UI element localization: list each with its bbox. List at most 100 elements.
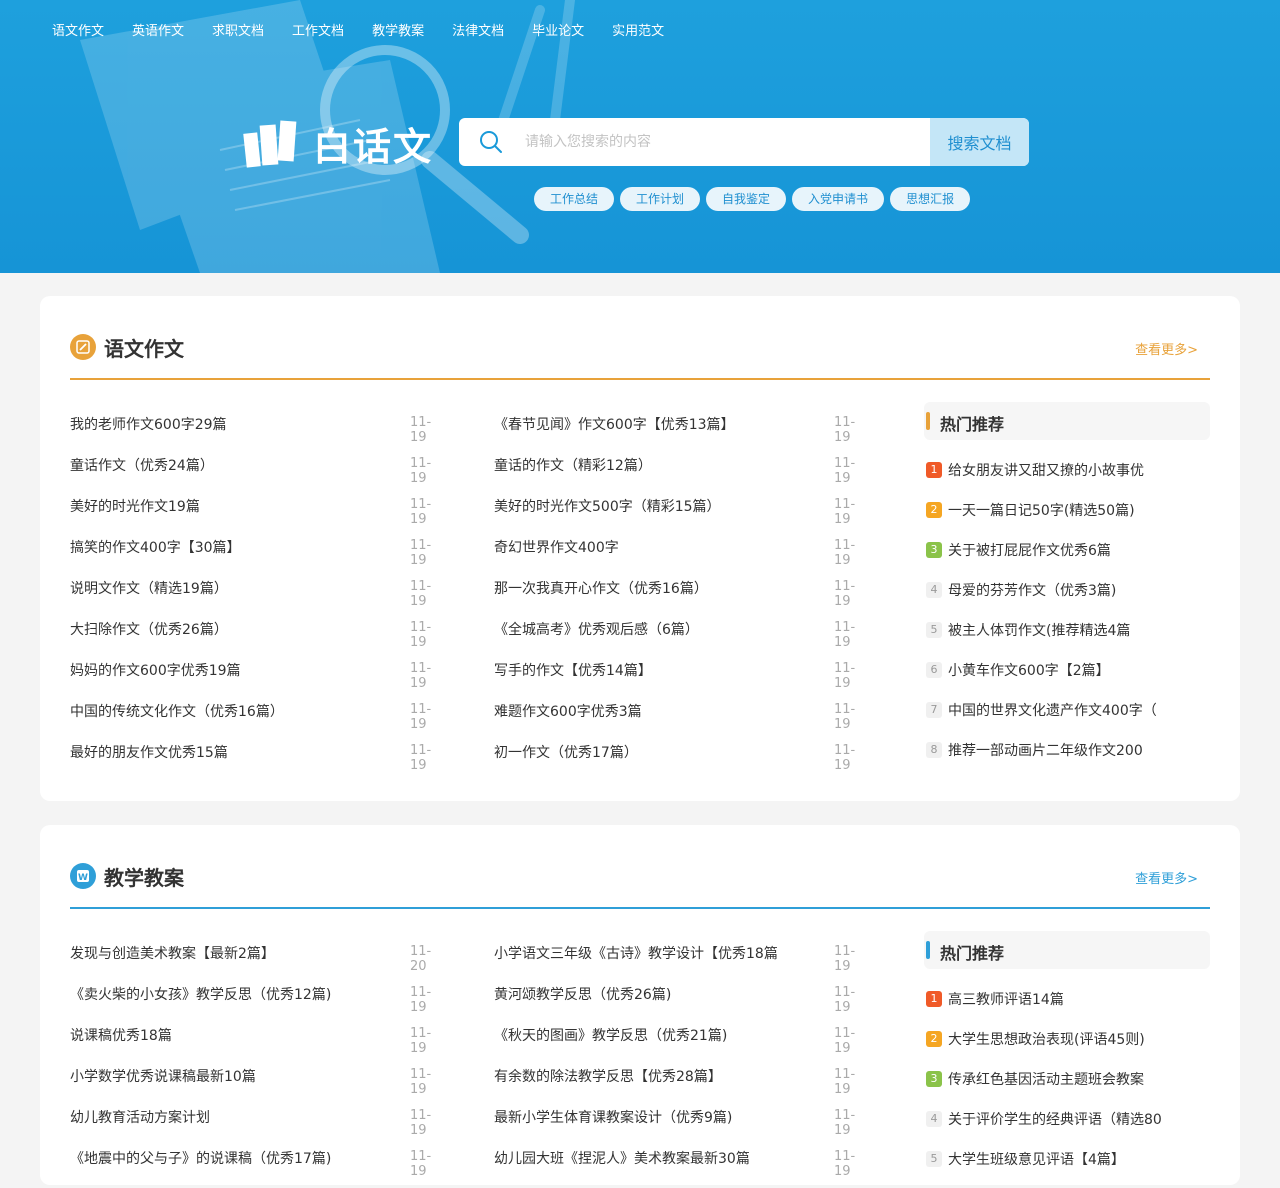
hot-item[interactable]: 5 大学生班级意见评语【4篇】 [924, 1148, 1210, 1188]
article-title[interactable]: 大扫除作文（优秀26篇） [70, 619, 228, 639]
article-title[interactable]: 妈妈的作文600字优秀19篇 [70, 660, 241, 680]
search-input[interactable] [523, 118, 930, 166]
article-title[interactable]: 《卖火柴的小女孩》教学反思（优秀12篇) [70, 984, 331, 1004]
article-title[interactable]: 写手的作文【优秀14篇】 [494, 660, 652, 680]
hot-item-title[interactable]: 被主人体罚作文(推荐精选4篇 [948, 620, 1130, 640]
article-title[interactable]: 中国的传统文化作文（优秀16篇） [70, 701, 284, 721]
article-title[interactable]: 搞笑的作文400字【30篇】 [70, 537, 241, 557]
hot-item[interactable]: 4 母爱的芬芳作文（优秀3篇) [924, 579, 1210, 619]
hot-item[interactable]: 3 关于被打屁屁作文优秀6篇 [924, 539, 1210, 579]
article-date: 11-20 [410, 944, 432, 974]
nav-item[interactable]: 教学教案 [372, 20, 424, 39]
article-title[interactable]: 童话的作文（精彩12篇） [494, 455, 652, 475]
article-title[interactable]: 说课稿优秀18篇 [70, 1025, 172, 1045]
hot-item-title[interactable]: 推荐一部动画片二年级作文200 [948, 740, 1143, 760]
article-title[interactable]: 童话作文（优秀24篇） [70, 455, 214, 475]
hot-tag[interactable]: 自我鉴定 [706, 187, 787, 211]
hot-item-title[interactable]: 大学生班级意见评语【4篇】 [948, 1149, 1125, 1169]
article-title[interactable]: 那一次我真开心作文（优秀16篇） [494, 578, 708, 598]
rank-badge: 1 [926, 462, 942, 478]
hot-item-title[interactable]: 大学生思想政治表现(评语45则) [948, 1029, 1145, 1049]
hot-tag[interactable]: 工作总结 [534, 187, 615, 211]
site-logo[interactable]: 白话文 [243, 116, 433, 171]
article-date: 11-19 [410, 1067, 432, 1097]
article-date: 11-19 [834, 415, 856, 445]
article-title[interactable]: 最新小学生体育课教案设计（优秀9篇) [494, 1107, 732, 1127]
hero-banner: 语文作文 英语作文 求职文档 工作文档 教学教案 法律文档 毕业论文 实用范文 … [0, 0, 1280, 273]
article-date: 11-19 [834, 579, 856, 609]
hot-item-title[interactable]: 一天一篇日记50字(精选50篇) [948, 500, 1135, 520]
article-title[interactable]: 《全城高考》优秀观后感（6篇） [494, 619, 699, 639]
nav-item[interactable]: 毕业论文 [532, 20, 584, 39]
view-more-link[interactable]: 查看更多> [1135, 868, 1198, 887]
article-title[interactable]: 难题作文600字优秀3篇 [494, 701, 642, 721]
hot-item[interactable]: 2 一天一篇日记50字(精选50篇) [924, 499, 1210, 539]
article-date: 11-19 [834, 743, 856, 773]
article-title[interactable]: 《地震中的父与子》的说课稿（优秀17篇) [70, 1148, 331, 1168]
article-title[interactable]: 《春节见闻》作文600字【优秀13篇】 [494, 414, 735, 434]
article-date: 11-19 [410, 538, 432, 568]
article-title[interactable]: 有余数的除法教学反思【优秀28篇】 [494, 1066, 722, 1086]
nav-item[interactable]: 实用范文 [612, 20, 664, 39]
hot-item[interactable]: 7 中国的世界文化遗产作文400字（ [924, 699, 1210, 739]
rank-badge: 4 [926, 582, 942, 598]
search-icon [459, 118, 523, 166]
hot-item[interactable]: 6 小黄车作文600字【2篇】 [924, 659, 1210, 699]
search-button[interactable]: 搜索文档 [930, 118, 1029, 166]
article-date: 11-19 [410, 415, 432, 445]
article-title[interactable]: 《秋天的图画》教学反思（优秀21篇) [494, 1025, 727, 1045]
article-title[interactable]: 美好的时光作文19篇 [70, 496, 200, 516]
article-date: 11-19 [410, 1149, 432, 1179]
hot-item[interactable]: 1 高三教师评语14篇 [924, 988, 1210, 1028]
hot-item-title[interactable]: 关于被打屁屁作文优秀6篇 [948, 540, 1111, 560]
article-date: 11-19 [410, 702, 432, 732]
hot-item[interactable]: 1 给女朋友讲又甜又撩的小故事优 [924, 459, 1210, 499]
nav-item[interactable]: 英语作文 [132, 20, 184, 39]
article-date: 11-19 [410, 497, 432, 527]
nav-item[interactable]: 求职文档 [212, 20, 264, 39]
hot-tag[interactable]: 思想汇报 [890, 187, 971, 211]
hot-tag[interactable]: 入党申请书 [792, 187, 885, 211]
rank-badge: 8 [926, 742, 942, 758]
article-title[interactable]: 小学语文三年级《古诗》教学设计【优秀18篇 [494, 943, 778, 963]
article-title[interactable]: 幼儿教育活动方案计划 [70, 1107, 210, 1127]
section-header: W 教学教案 查看更多> [70, 861, 1210, 909]
article-title[interactable]: 奇幻世界作文400字 [494, 537, 619, 557]
nav-item[interactable]: 工作文档 [292, 20, 344, 39]
hot-item[interactable]: 4 关于评价学生的经典评语（精选80 [924, 1108, 1210, 1148]
article-date: 11-19 [410, 579, 432, 609]
nav-item[interactable]: 法律文档 [452, 20, 504, 39]
hot-item[interactable]: 2 大学生思想政治表现(评语45则) [924, 1028, 1210, 1068]
hot-recommend-title: 热门推荐 [940, 415, 1005, 434]
article-title[interactable]: 说明文作文（精选19篇） [70, 578, 228, 598]
hot-item-title[interactable]: 关于评价学生的经典评语（精选80 [948, 1109, 1162, 1129]
article-title[interactable]: 最好的朋友作文优秀15篇 [70, 742, 228, 762]
top-nav: 语文作文 英语作文 求职文档 工作文档 教学教案 法律文档 毕业论文 实用范文 [52, 20, 692, 39]
hot-item-title[interactable]: 小黄车作文600字【2篇】 [948, 660, 1110, 680]
nav-item[interactable]: 语文作文 [52, 20, 104, 39]
article-title[interactable]: 黄河颂教学反思（优秀26篇) [494, 984, 671, 1004]
article-date: 11-19 [834, 497, 856, 527]
hot-item-title[interactable]: 母爱的芬芳作文（优秀3篇) [948, 580, 1116, 600]
hot-item[interactable]: 5 被主人体罚作文(推荐精选4篇 [924, 619, 1210, 659]
article-title[interactable]: 美好的时光作文500字（精彩15篇） [494, 496, 721, 516]
article-title[interactable]: 发现与创造美术教案【最新2篇】 [70, 943, 275, 963]
hot-item-title[interactable]: 高三教师评语14篇 [948, 989, 1064, 1009]
section-title: 语文作文 [104, 337, 184, 361]
svg-text:W: W [78, 873, 88, 883]
view-more-link[interactable]: 查看更多> [1135, 339, 1198, 358]
rank-badge: 1 [926, 991, 942, 1007]
article-title[interactable]: 我的老师作文600字29篇 [70, 414, 227, 434]
hot-item[interactable]: 3 传承红色基因活动主题班会教案 [924, 1068, 1210, 1108]
section-header: 语文作文 查看更多> [70, 332, 1210, 380]
hot-item-title[interactable]: 中国的世界文化遗产作文400字（ [948, 700, 1157, 720]
article-title[interactable]: 幼儿园大班《捏泥人》美术教案最新30篇 [494, 1148, 750, 1168]
article-date: 11-19 [834, 944, 856, 974]
article-title[interactable]: 初一作文（优秀17篇） [494, 742, 638, 762]
hot-tag[interactable]: 工作计划 [620, 187, 701, 211]
article-title[interactable]: 小学数学优秀说课稿最新10篇 [70, 1066, 256, 1086]
article-date: 11-19 [834, 1067, 856, 1097]
hot-item[interactable]: 8 推荐一部动画片二年级作文200 [924, 739, 1210, 779]
hot-item-title[interactable]: 传承红色基因活动主题班会教案 [948, 1069, 1144, 1089]
hot-item-title[interactable]: 给女朋友讲又甜又撩的小故事优 [948, 460, 1144, 480]
